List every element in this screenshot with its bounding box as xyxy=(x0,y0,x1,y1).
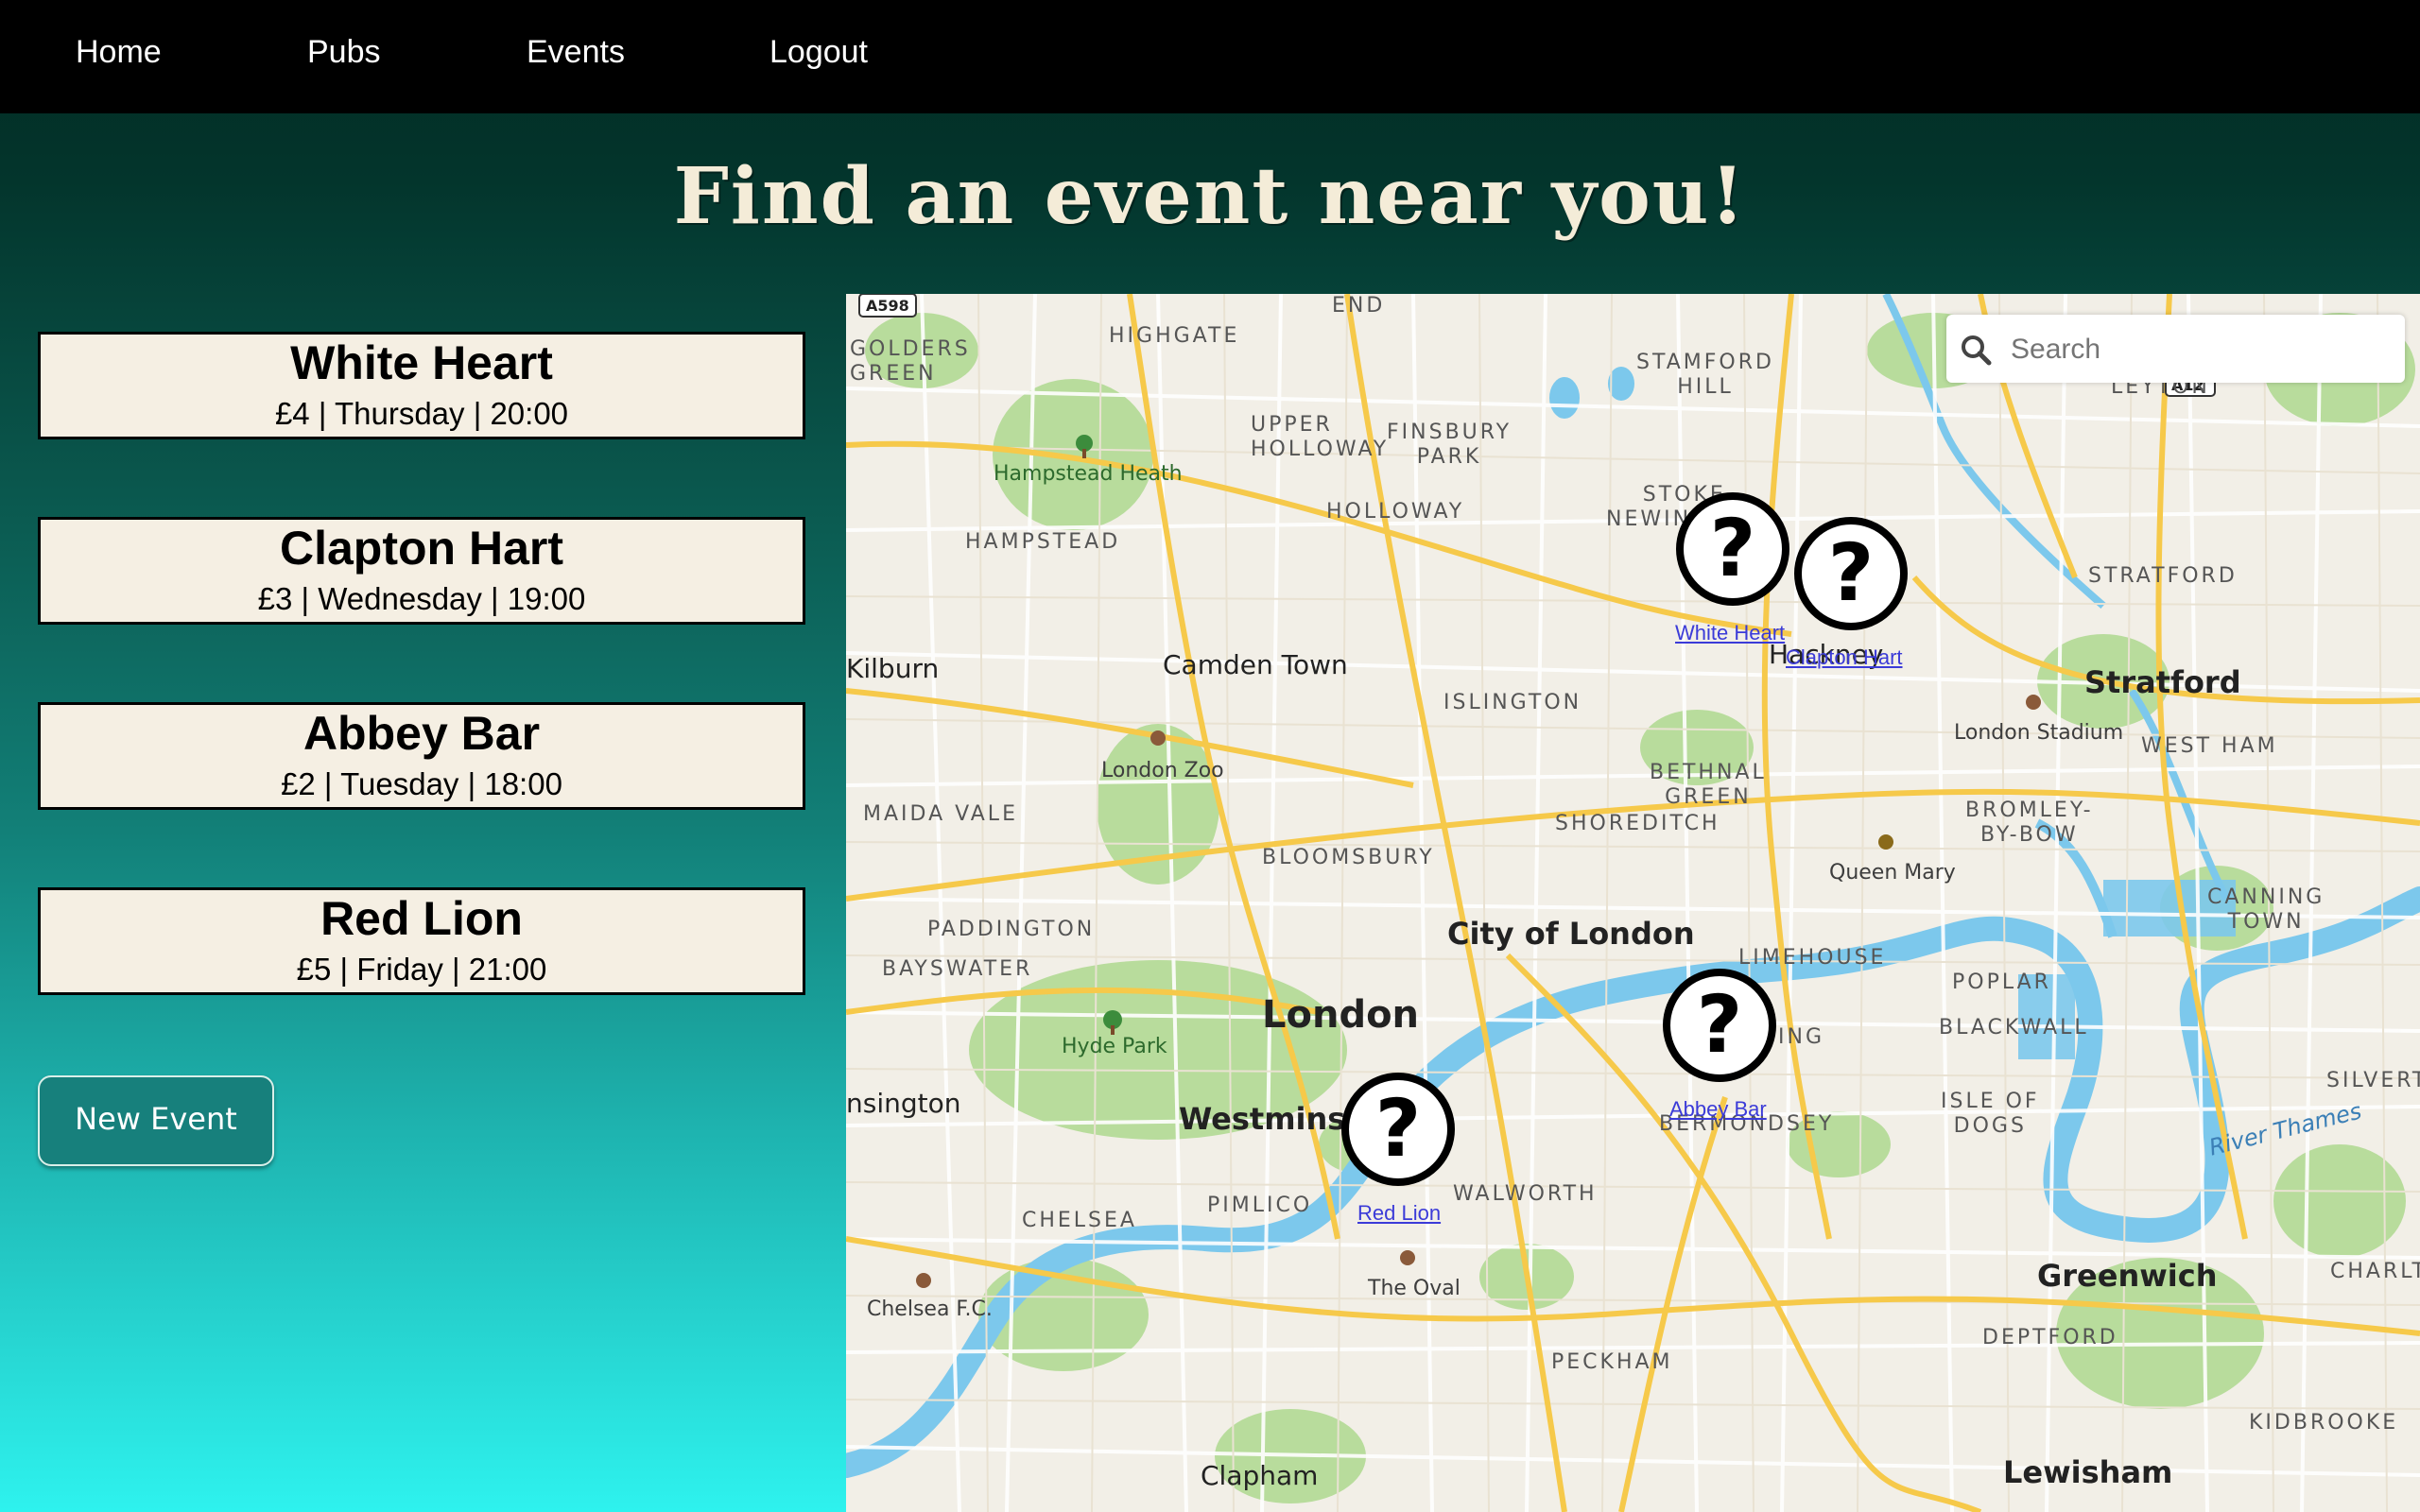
place-poplar: POPLAR xyxy=(1952,971,2051,994)
place-london-zoo: London Zoo xyxy=(1101,759,1224,782)
event-name: White Heart xyxy=(290,336,553,389)
svg-text:?: ? xyxy=(1828,526,1875,619)
place-bayswater: BAYSWATER xyxy=(882,957,1033,981)
place-kilburn: Kilburn xyxy=(846,653,940,684)
top-nav: Home Pubs Events Logout xyxy=(0,0,2420,113)
place-upper-holloway: UPPER HOLLOWAY xyxy=(1251,413,1390,461)
place-london-stadium: London Stadium xyxy=(1954,721,2124,745)
event-card-abbey-bar[interactable]: Abbey Bar £2 | Tuesday | 18:00 xyxy=(38,702,805,810)
question-mark-icon[interactable]: ? xyxy=(1340,1071,1457,1188)
question-mark-icon[interactable]: ? xyxy=(1661,967,1778,1084)
place-the-oval: The Oval xyxy=(1368,1277,1461,1300)
map-search[interactable] xyxy=(1946,315,2405,383)
place-chelsea: CHELSEA xyxy=(1022,1209,1137,1232)
place-clapham: Clapham xyxy=(1201,1460,1319,1491)
place-charlton: CHARLTO xyxy=(2330,1260,2420,1283)
place-holloway: HOLLOWAY xyxy=(1326,500,1465,524)
event-details: £3 | Wednesday | 19:00 xyxy=(257,581,586,616)
marker-label-abbey-bar[interactable]: Abbey Bar xyxy=(1669,1097,1767,1122)
place-city-of-london: City of London xyxy=(1447,916,1695,952)
map[interactable]: A598 A12 London City of London Westminst… xyxy=(846,294,2420,1512)
place-stratford: Stratford xyxy=(2084,664,2241,700)
place-maida-vale: MAIDA VALE xyxy=(863,802,1018,826)
page-title: Find an event near you! xyxy=(673,151,1747,242)
marker-label-clapton-hart[interactable]: Clapton Hart xyxy=(1786,645,1903,670)
place-canning-town: CANNING TOWN xyxy=(2207,885,2325,934)
place-islington: ISLINGTON xyxy=(1443,691,1582,714)
search-icon xyxy=(1962,335,1992,366)
nav-home-link[interactable]: Home xyxy=(76,34,162,71)
place-golders-green: GOLDERS GREEN xyxy=(850,337,971,386)
question-mark-icon[interactable]: ? xyxy=(1674,490,1791,608)
event-details: £2 | Tuesday | 18:00 xyxy=(281,766,562,801)
place-highgate: HIGHGATE xyxy=(1109,324,1240,348)
place-kensington: nsington xyxy=(846,1088,961,1119)
place-pimlico: PIMLICO xyxy=(1207,1194,1313,1217)
event-details: £5 | Friday | 21:00 xyxy=(296,952,547,987)
place-queen-mary: Queen Mary xyxy=(1829,861,1956,885)
event-card-clapton-hart[interactable]: Clapton Hart £3 | Wednesday | 19:00 xyxy=(38,517,805,625)
event-name: Clapton Hart xyxy=(280,522,563,575)
nav-pubs-link[interactable]: Pubs xyxy=(307,34,381,71)
place-paddington: PADDINGTON xyxy=(927,918,1096,941)
new-event-button[interactable]: New Event xyxy=(38,1075,274,1166)
svg-text:?: ? xyxy=(1375,1082,1422,1175)
place-lewisham: Lewisham xyxy=(2003,1454,2173,1490)
event-details: £4 | Thursday | 20:00 xyxy=(274,396,569,431)
place-wapping: ING xyxy=(1778,1025,1824,1049)
place-walworth: WALWORTH xyxy=(1453,1182,1598,1206)
event-name: Red Lion xyxy=(320,892,523,945)
event-card-white-heart[interactable]: White Heart £4 | Thursday | 20:00 xyxy=(38,332,805,439)
place-stamford-hill: STAMFORD HILL xyxy=(1636,351,1774,399)
svg-text:?: ? xyxy=(1710,502,1756,594)
place-isle-of-dogs: ISLE OF DOGS xyxy=(1941,1090,2040,1138)
place-greenwich: Greenwich xyxy=(2037,1258,2218,1294)
place-london: London xyxy=(1262,993,1420,1037)
place-chelsea-fc: Chelsea F.C. xyxy=(867,1297,993,1321)
place-end: END xyxy=(1332,294,1386,318)
event-name: Abbey Bar xyxy=(302,707,541,760)
place-hampstead: HAMPSTEAD xyxy=(965,530,1121,554)
place-camden-town: Camden Town xyxy=(1163,649,1348,680)
nav-logout-link[interactable]: Logout xyxy=(769,34,868,71)
place-bromley-by-bow: BROMLEY- BY-BOW xyxy=(1965,799,2094,847)
place-west-ham: WEST HAM xyxy=(2141,734,2278,758)
marker-label-white-heart[interactable]: White Heart xyxy=(1675,621,1785,645)
place-kidbrooke: KIDBROOKE xyxy=(2249,1411,2399,1435)
place-bethnal-green: BETHNAL GREEN xyxy=(1650,761,1767,809)
road-shield-a598: A598 xyxy=(866,297,909,315)
place-peckham: PECKHAM xyxy=(1551,1350,1673,1374)
svg-text:?: ? xyxy=(1697,978,1743,1071)
event-card-red-lion[interactable]: Red Lion £5 | Friday | 21:00 xyxy=(38,887,805,995)
search-input[interactable] xyxy=(2009,326,2391,373)
place-deptford: DEPTFORD xyxy=(1982,1326,2118,1349)
place-finsbury-park: FINSBURY PARK xyxy=(1387,421,1512,469)
place-hampstead-heath: Hampstead Heath xyxy=(994,462,1183,486)
question-mark-icon[interactable]: ? xyxy=(1792,515,1910,632)
place-bloomsbury: BLOOMSBURY xyxy=(1262,846,1435,869)
place-blackwall: BLACKWALL xyxy=(1939,1016,2089,1040)
place-stratford-district: STRATFORD xyxy=(2088,564,2238,588)
place-silvertown: SILVERTO xyxy=(2326,1069,2420,1092)
nav-events-link[interactable]: Events xyxy=(527,34,625,71)
marker-label-red-lion[interactable]: Red Lion xyxy=(1357,1201,1441,1226)
place-hyde-park: Hyde Park xyxy=(1062,1035,1167,1058)
place-shoreditch: SHOREDITCH xyxy=(1555,812,1720,835)
